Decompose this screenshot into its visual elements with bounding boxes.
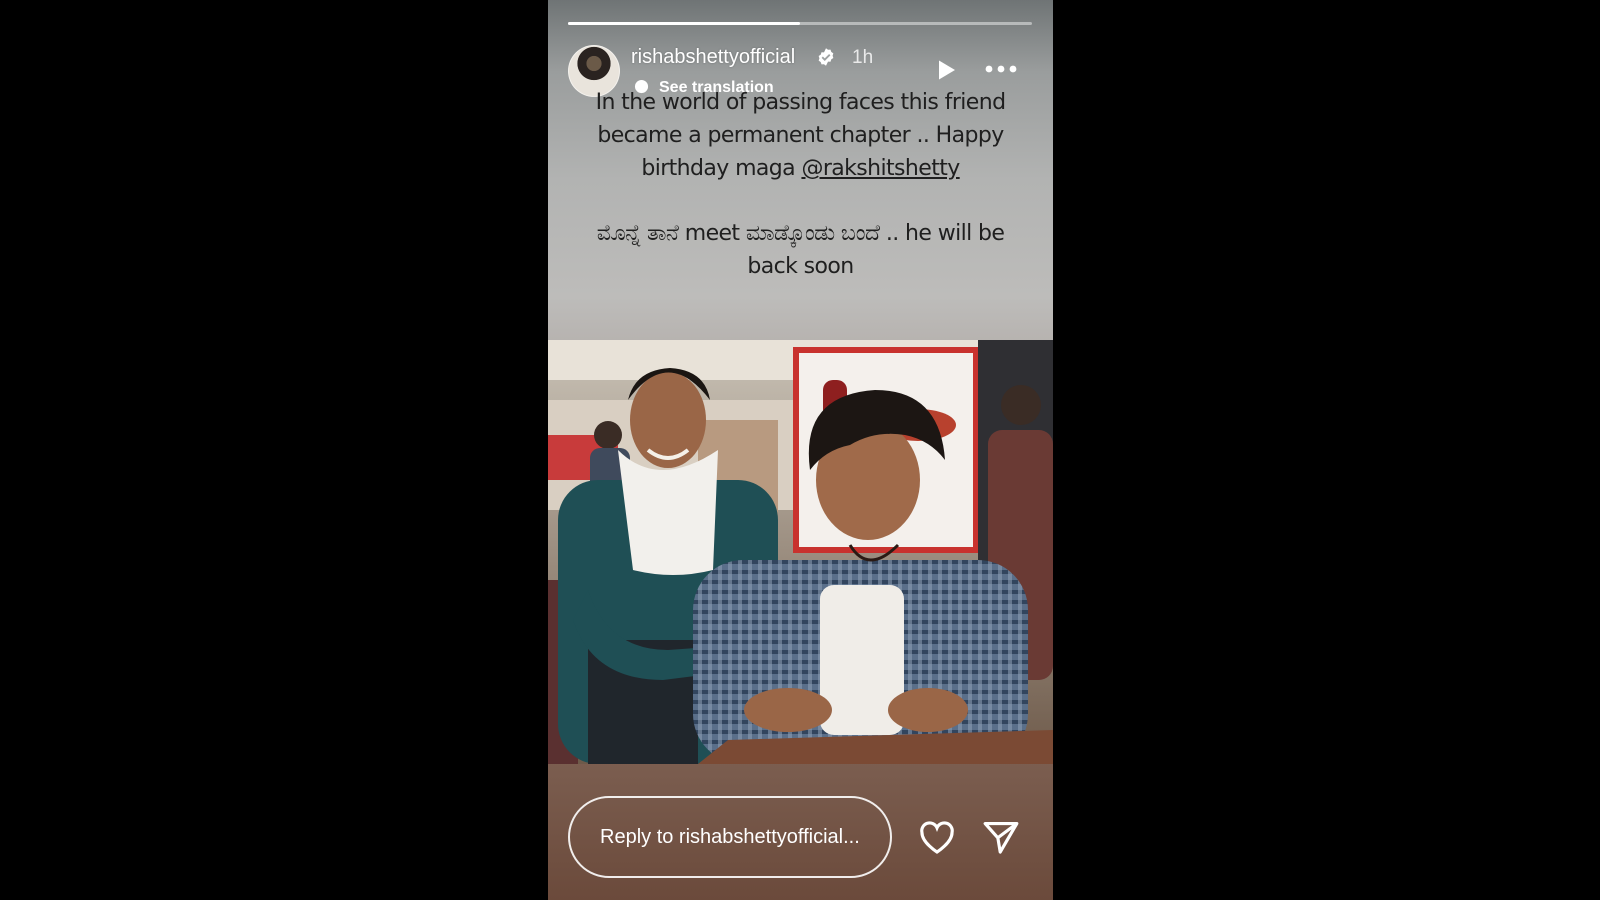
story-caption: In the world of passing faces this frien… (588, 86, 1013, 283)
story-progress-fill (568, 22, 800, 25)
reply-input[interactable] (568, 796, 892, 878)
play-icon[interactable] (934, 58, 958, 82)
username[interactable]: rishabshettyofficial (631, 46, 795, 69)
verified-badge-icon (818, 48, 834, 66)
more-options-icon[interactable] (984, 60, 1018, 78)
heart-icon[interactable] (918, 819, 956, 855)
mention-link[interactable]: @rakshitshetty (801, 156, 960, 181)
story-viewer[interactable]: rishabshettyofficial 1h See translation … (548, 0, 1053, 900)
story-photo (548, 340, 1053, 764)
send-icon[interactable] (982, 819, 1020, 855)
caption-kannada-text: ಮೊನ್ನೆ ತಾನೆ meet ಮಾಡ್ಕೊಂಡು ಬಂದೆ .. he wi… (596, 221, 1005, 279)
post-time: 1h (852, 47, 874, 68)
story-progress-bar (568, 22, 1032, 25)
